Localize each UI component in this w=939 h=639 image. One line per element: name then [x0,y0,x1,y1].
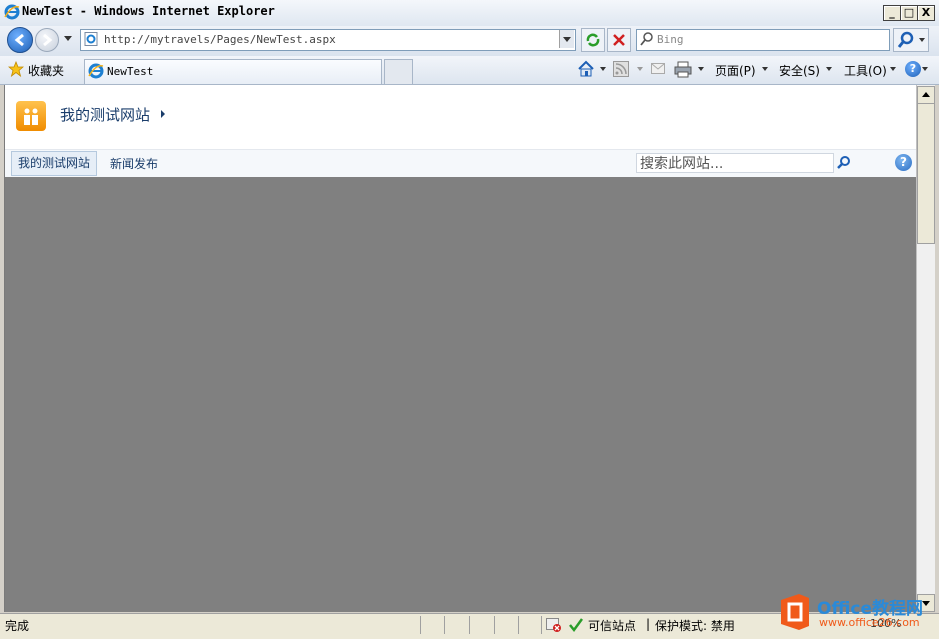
tools-menu-dropdown-icon [890,67,896,71]
home-icon[interactable] [577,60,595,78]
watermark-url: www.office26.com [819,616,920,629]
history-dropdown-icon[interactable] [64,36,72,41]
nav-item-news[interactable]: 新闻发布 [110,155,158,172]
stop-button[interactable] [607,28,631,52]
search-go-button[interactable] [893,28,929,52]
status-separator [494,616,495,634]
print-icon[interactable] [674,60,692,78]
site-search-button[interactable] [834,153,854,173]
ie-logo-icon [4,4,20,20]
status-divider: | [646,617,651,631]
minimize-button[interactable]: _ [883,5,901,21]
forward-arrow-icon [43,33,53,47]
site-title-arrow-icon [161,110,165,118]
trusted-check-icon [568,617,584,633]
feeds-icon[interactable] [613,61,629,77]
search-provider-icon [640,32,654,46]
help-icon[interactable]: ? [905,61,921,77]
refresh-button[interactable] [581,28,605,52]
safety-menu-dropdown-icon [826,67,832,71]
status-text: 完成 [5,619,30,633]
popup-blocked-icon[interactable] [546,617,562,633]
status-separator [444,616,445,634]
back-button[interactable] [7,27,33,53]
print-dropdown-icon[interactable] [698,67,704,71]
safety-menu[interactable]: 安全(S) [779,62,820,79]
favorites-star-icon [7,60,25,78]
status-separator [420,616,421,634]
back-arrow-icon [14,33,24,47]
new-tab-button[interactable] [384,59,413,85]
protected-mode-status: 保护模式: 禁用 [655,619,735,633]
site-title[interactable]: 我的测试网站 [60,104,150,125]
feeds-dropdown-icon[interactable] [637,67,643,71]
page-icon [84,32,98,46]
help-dropdown-icon[interactable] [922,67,928,71]
content-overlay [5,177,916,612]
watermark: Office教程网 www.office26.com [773,590,933,634]
status-separator [469,616,470,634]
page-menu[interactable]: 页面(P) [715,62,756,79]
status-separator [541,616,542,634]
tab-label: NewTest [107,65,154,78]
search-placeholder: Bing [657,33,684,46]
tools-menu[interactable]: 工具(O) [844,62,887,79]
stop-icon [613,34,625,46]
window-title: NewTest - Windows Internet Explorer [22,4,275,18]
site-search-placeholder: 搜索此网站... [640,156,724,172]
scroll-thumb[interactable] [917,103,935,244]
favorites-button[interactable]: 收藏夹 [28,62,64,79]
address-text: http://mytravels/Pages/NewTest.aspx [104,33,336,46]
refresh-icon [586,33,600,47]
maximize-button[interactable]: □ [900,5,918,21]
nav-item-home[interactable]: 我的测试网站 [11,151,98,176]
site-logo-icon[interactable] [16,101,46,131]
close-button[interactable]: X [917,5,935,21]
site-search-magnifier-icon [837,156,850,169]
home-dropdown-icon[interactable] [600,67,606,71]
magnifier-icon [897,31,925,48]
mail-icon[interactable] [651,63,667,75]
forward-button[interactable] [35,28,59,52]
status-separator [518,616,519,634]
address-dropdown-button[interactable] [559,30,574,48]
office-logo-icon [781,594,809,630]
page-menu-dropdown-icon [762,67,768,71]
site-help-icon[interactable]: ? [895,154,912,171]
security-zone[interactable]: 可信站点 [588,617,636,634]
tab-ie-icon [88,63,104,79]
scroll-up-button[interactable] [917,86,935,104]
